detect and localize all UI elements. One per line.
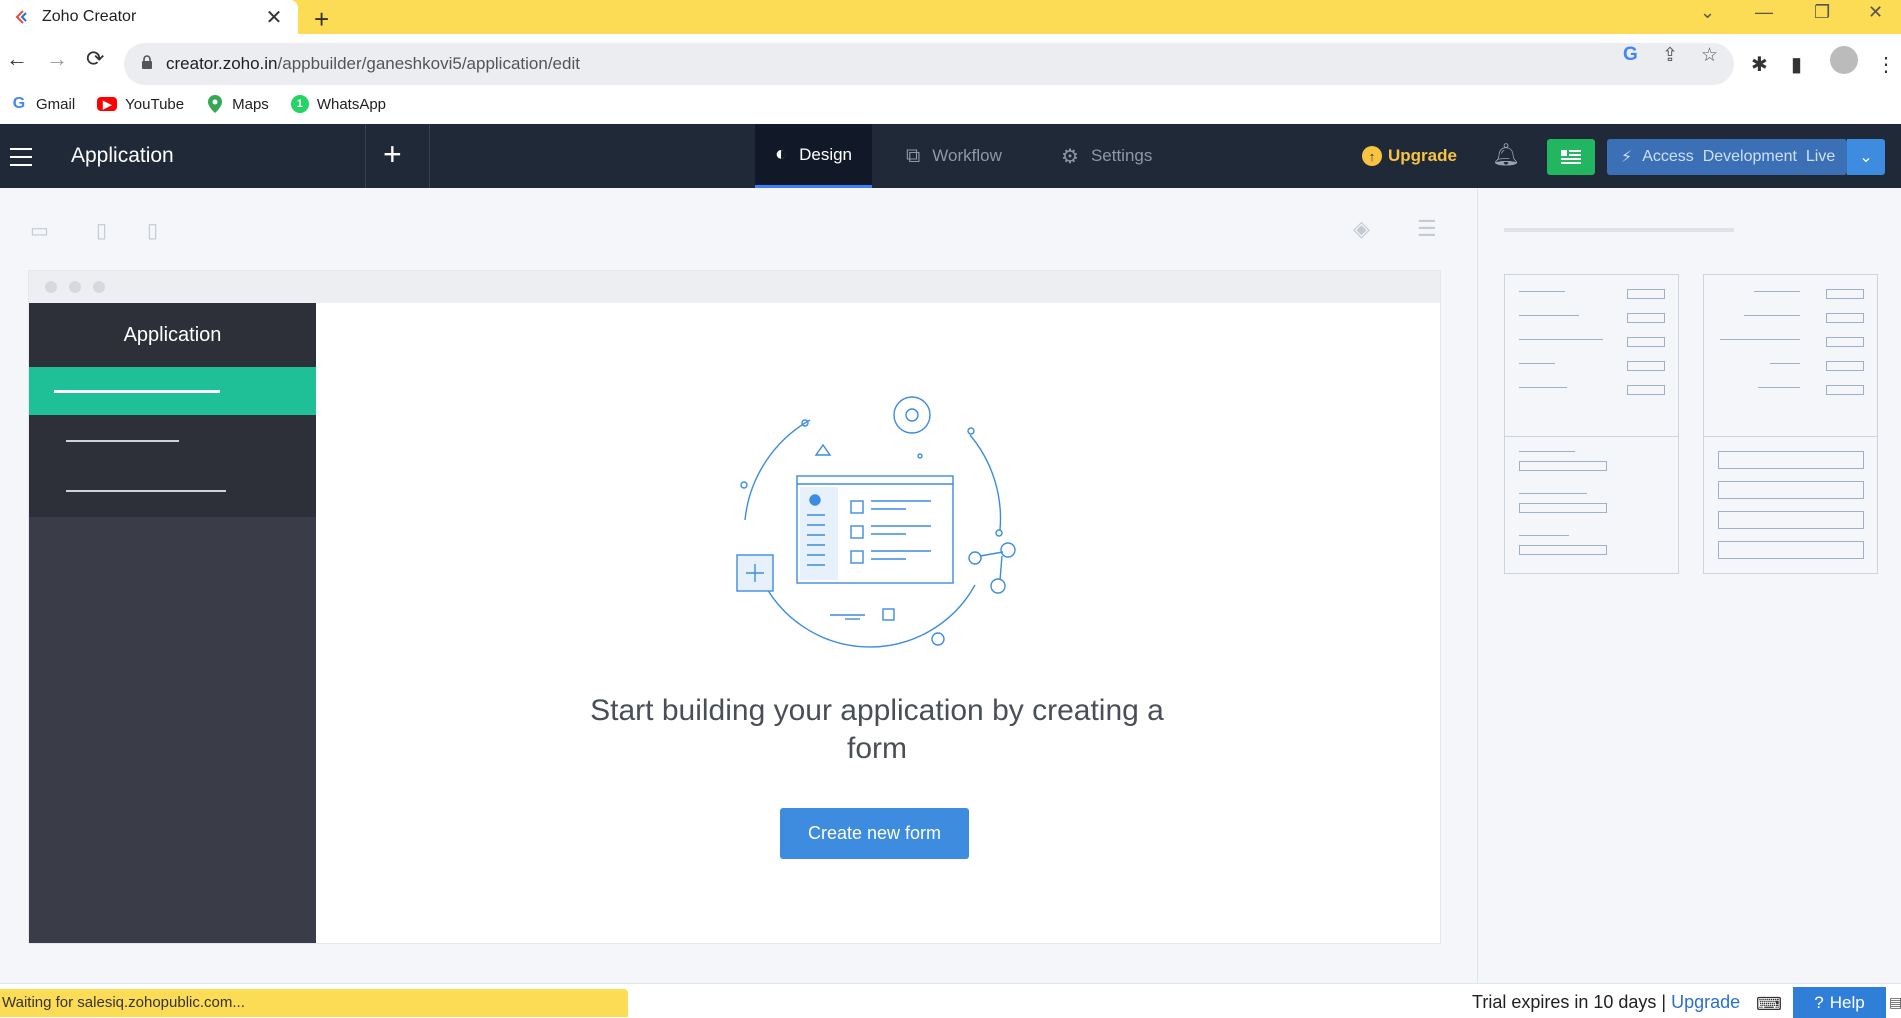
bookmark-gmail[interactable]: G Gmail bbox=[10, 95, 75, 113]
tab-design[interactable]: ◐ Design bbox=[755, 124, 873, 188]
tab-label: Design bbox=[799, 144, 853, 164]
window-dot bbox=[69, 281, 81, 293]
url-text: creator.zoho.in/appbuilder/ganeshkovi5/a… bbox=[166, 54, 580, 73]
minimize-icon[interactable]: — bbox=[1755, 2, 1773, 23]
tab-search-icon[interactable]: ⌄ bbox=[1700, 2, 1715, 23]
frame-titlebar bbox=[29, 271, 1440, 303]
close-window-icon[interactable]: ✕ bbox=[1868, 2, 1883, 23]
window-dot bbox=[93, 281, 105, 293]
upgrade-link[interactable]: ↑ Upgrade bbox=[1362, 146, 1457, 166]
address-bar[interactable]: creator.zoho.in/appbuilder/ganeshkovi5/a… bbox=[124, 43, 1734, 85]
trial-notice: Trial expires in 10 days | Upgrade bbox=[1472, 992, 1740, 1013]
layout-panel bbox=[1477, 188, 1901, 983]
google-lens-icon[interactable]: G bbox=[1623, 44, 1638, 66]
bookmark-youtube[interactable]: ▶ YouTube bbox=[97, 96, 184, 113]
hamburger-menu-icon[interactable] bbox=[10, 148, 32, 172]
divider bbox=[365, 124, 366, 188]
close-tab-icon[interactable]: ✕ bbox=[264, 5, 284, 30]
help-label: Help bbox=[1829, 993, 1865, 1012]
side-panel-icon[interactable]: ▮ bbox=[1791, 52, 1802, 77]
divider bbox=[429, 124, 430, 188]
tab-workflow[interactable]: ⧉ Workflow bbox=[886, 124, 1022, 188]
keyboard-icon[interactable]: ⌨ bbox=[1756, 994, 1782, 1015]
workflow-icon: ⧉ bbox=[906, 144, 921, 167]
layout-option-left-labels[interactable] bbox=[1504, 274, 1679, 444]
app-title: Application bbox=[71, 144, 174, 167]
bookmark-label: Gmail bbox=[36, 95, 76, 113]
menu-kebab-icon[interactable]: ⋮ bbox=[1876, 52, 1896, 77]
help-button[interactable]: ? Help bbox=[1793, 987, 1886, 1018]
tab-label: Settings bbox=[1090, 146, 1153, 165]
bookmark-whatsapp[interactable]: 1 WhatsApp bbox=[290, 95, 387, 113]
menu-title: Application bbox=[29, 303, 316, 367]
browser-status-text: Waiting for salesiq.zohopublic.com... bbox=[0, 989, 628, 1017]
layout-option-right-labels[interactable] bbox=[1703, 274, 1878, 444]
create-new-form-button[interactable]: Create new form bbox=[780, 808, 969, 859]
layout-option-top-labels[interactable] bbox=[1504, 436, 1679, 574]
tab-label: Workflow bbox=[932, 146, 1002, 165]
placeholder-line bbox=[66, 490, 226, 492]
youtube-icon: ▶ bbox=[97, 97, 118, 111]
reload-icon[interactable]: ⟳ bbox=[86, 46, 104, 72]
list-view-icon bbox=[1561, 150, 1581, 164]
mobile-view-icon[interactable]: ▯ bbox=[147, 218, 158, 243]
question-icon: ? bbox=[1814, 993, 1824, 1012]
lightning-icon: ⚡︎ bbox=[1621, 149, 1633, 166]
google-icon: G bbox=[12, 95, 26, 112]
tab-title: Zoho Creator bbox=[42, 8, 137, 25]
environment-dropdown[interactable]: ⌄ bbox=[1847, 139, 1885, 175]
tab-settings[interactable]: ⚙ Settings bbox=[1041, 124, 1172, 188]
chevron-down-icon: ⌄ bbox=[1859, 149, 1873, 166]
bell-icon[interactable]: 🔔︎ bbox=[1492, 142, 1520, 168]
upgrade-label: Upgrade bbox=[1388, 146, 1457, 165]
whatsapp-icon: 1 bbox=[290, 95, 309, 113]
chat-icon[interactable]: ▤ bbox=[1889, 994, 1901, 1011]
bookmarks-bar: G Gmail ▶ YouTube Maps 1 WhatsApp bbox=[0, 89, 398, 119]
forward-icon[interactable]: → bbox=[46, 46, 68, 72]
profile-avatar[interactable] bbox=[1830, 46, 1858, 74]
gear-icon: ⚙ bbox=[1061, 145, 1079, 168]
share-icon[interactable]: ⇪ bbox=[1662, 44, 1678, 67]
palette-icon: ◐ bbox=[775, 143, 788, 165]
desktop-view-icon[interactable]: ▭ bbox=[30, 218, 49, 243]
extensions-icon[interactable]: ✱ bbox=[1751, 52, 1768, 77]
back-icon[interactable]: ← bbox=[6, 46, 28, 72]
panel-heading-placeholder bbox=[1504, 228, 1734, 232]
bookmark-star-icon[interactable]: ☆ bbox=[1701, 44, 1718, 67]
browser-tab[interactable]: Zoho Creator ✕ bbox=[0, 0, 298, 34]
bookmark-label: WhatsApp bbox=[316, 95, 387, 113]
placeholder-line bbox=[66, 440, 179, 442]
placeholder-line bbox=[54, 390, 220, 393]
restore-icon[interactable]: ❐ bbox=[1814, 2, 1830, 23]
bookmark-label: Maps bbox=[232, 95, 269, 113]
menu-layout-icon[interactable]: ☰ bbox=[1417, 216, 1437, 242]
bookmark-label: YouTube bbox=[125, 95, 185, 113]
app-view-button[interactable] bbox=[1547, 139, 1595, 175]
zoho-creator-favicon-icon bbox=[15, 10, 27, 24]
menu-item-placeholder-active[interactable] bbox=[29, 367, 316, 415]
app-menu-panel: Application bbox=[29, 303, 316, 943]
trial-upgrade-link[interactable]: Upgrade bbox=[1671, 992, 1740, 1012]
bookmark-maps[interactable]: Maps bbox=[206, 95, 269, 113]
new-tab-button[interactable]: + bbox=[314, 4, 329, 35]
browser-tab-strip: Zoho Creator ✕ + ⌄ — ❐ ✕ bbox=[0, 0, 1901, 34]
access-environment-button[interactable]: ⚡︎ Access Development Live bbox=[1607, 139, 1847, 175]
paint-bucket-icon[interactable]: ◈ bbox=[1353, 216, 1370, 242]
window-dot bbox=[45, 281, 57, 293]
browser-toolbar: ← → ⟳ creator.zoho.in/appbuilder/ganeshk… bbox=[0, 34, 1901, 122]
lock-icon bbox=[142, 55, 152, 69]
layout-option-inline-labels[interactable] bbox=[1703, 436, 1878, 574]
tablet-view-icon[interactable]: ▯ bbox=[96, 218, 107, 243]
access-label: Access Development Live bbox=[1642, 148, 1836, 165]
add-component-button[interactable]: + bbox=[383, 136, 402, 173]
trial-text: Trial expires in 10 days | bbox=[1472, 992, 1667, 1012]
app-header: Application + ◐ Design ⧉ Workflow ⚙ Sett… bbox=[0, 124, 1901, 188]
empty-state-illustration bbox=[736, 396, 1016, 648]
maps-pin-icon bbox=[206, 95, 224, 113]
menu-items-placeholder bbox=[29, 415, 316, 517]
empty-state-message: Start building your application by creat… bbox=[590, 694, 1164, 765]
bottom-bar: Waiting for salesiq.zohopublic.com... Tr… bbox=[0, 983, 1901, 1018]
arrow-up-icon: ↑ bbox=[1362, 146, 1382, 166]
